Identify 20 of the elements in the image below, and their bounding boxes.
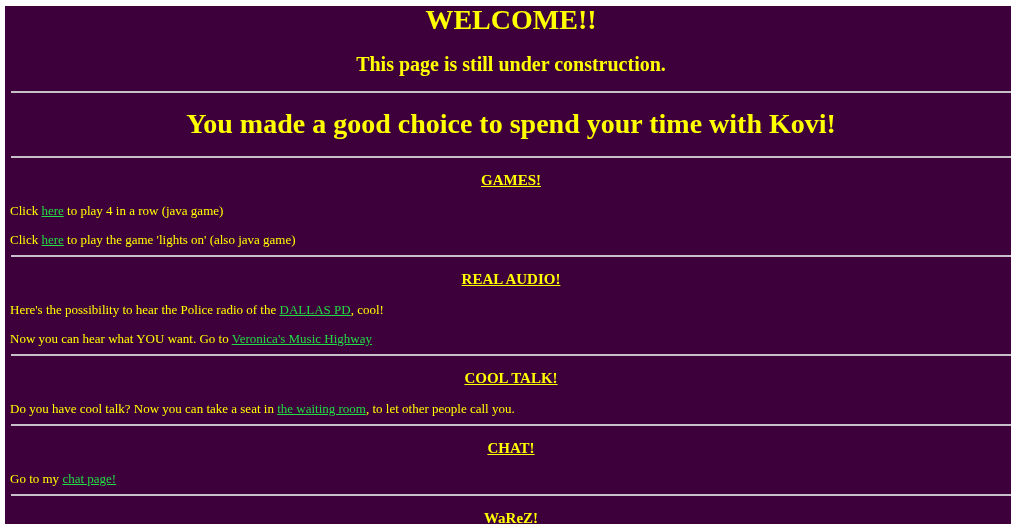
text-link[interactable]: chat page! bbox=[62, 471, 117, 486]
text-link[interactable]: DALLAS PD bbox=[279, 302, 351, 317]
paragraph: Do you have cool talk? Now you can take a seat in the waiting room, to let other people call you. bbox=[10, 401, 516, 417]
paragraph: Click here to play 4 in a row (java game) bbox=[10, 203, 225, 219]
section-heading: COOL TALK! bbox=[463, 369, 559, 387]
text-link[interactable]: the waiting room bbox=[277, 401, 366, 416]
paragraph: Click here to play the game 'lights on' (also java game) bbox=[10, 232, 297, 248]
section-heading: WaReZ! bbox=[482, 509, 540, 524]
welcome-title: WELCOME!! bbox=[424, 6, 598, 34]
text-link[interactable]: Veronica's Music Highway bbox=[231, 331, 372, 346]
paragraph: Now you can hear what YOU want. Go to Veronica's Music Highway bbox=[10, 331, 373, 347]
text-link[interactable]: here bbox=[41, 203, 64, 218]
tagline-heading: You made a good choice to spend your time with Kovi! bbox=[185, 108, 837, 140]
text-link[interactable]: here bbox=[41, 232, 64, 247]
paragraph: Go to my chat page! bbox=[10, 471, 118, 487]
construction-notice: This page is still under construction. bbox=[355, 52, 667, 76]
section-heading: CHAT! bbox=[486, 439, 536, 457]
section-heading: REAL AUDIO! bbox=[460, 270, 562, 288]
paragraph: Here's the possibility to hear the Police radio of the DALLAS PD, cool! bbox=[10, 302, 385, 318]
section-heading: GAMES! bbox=[480, 171, 542, 189]
